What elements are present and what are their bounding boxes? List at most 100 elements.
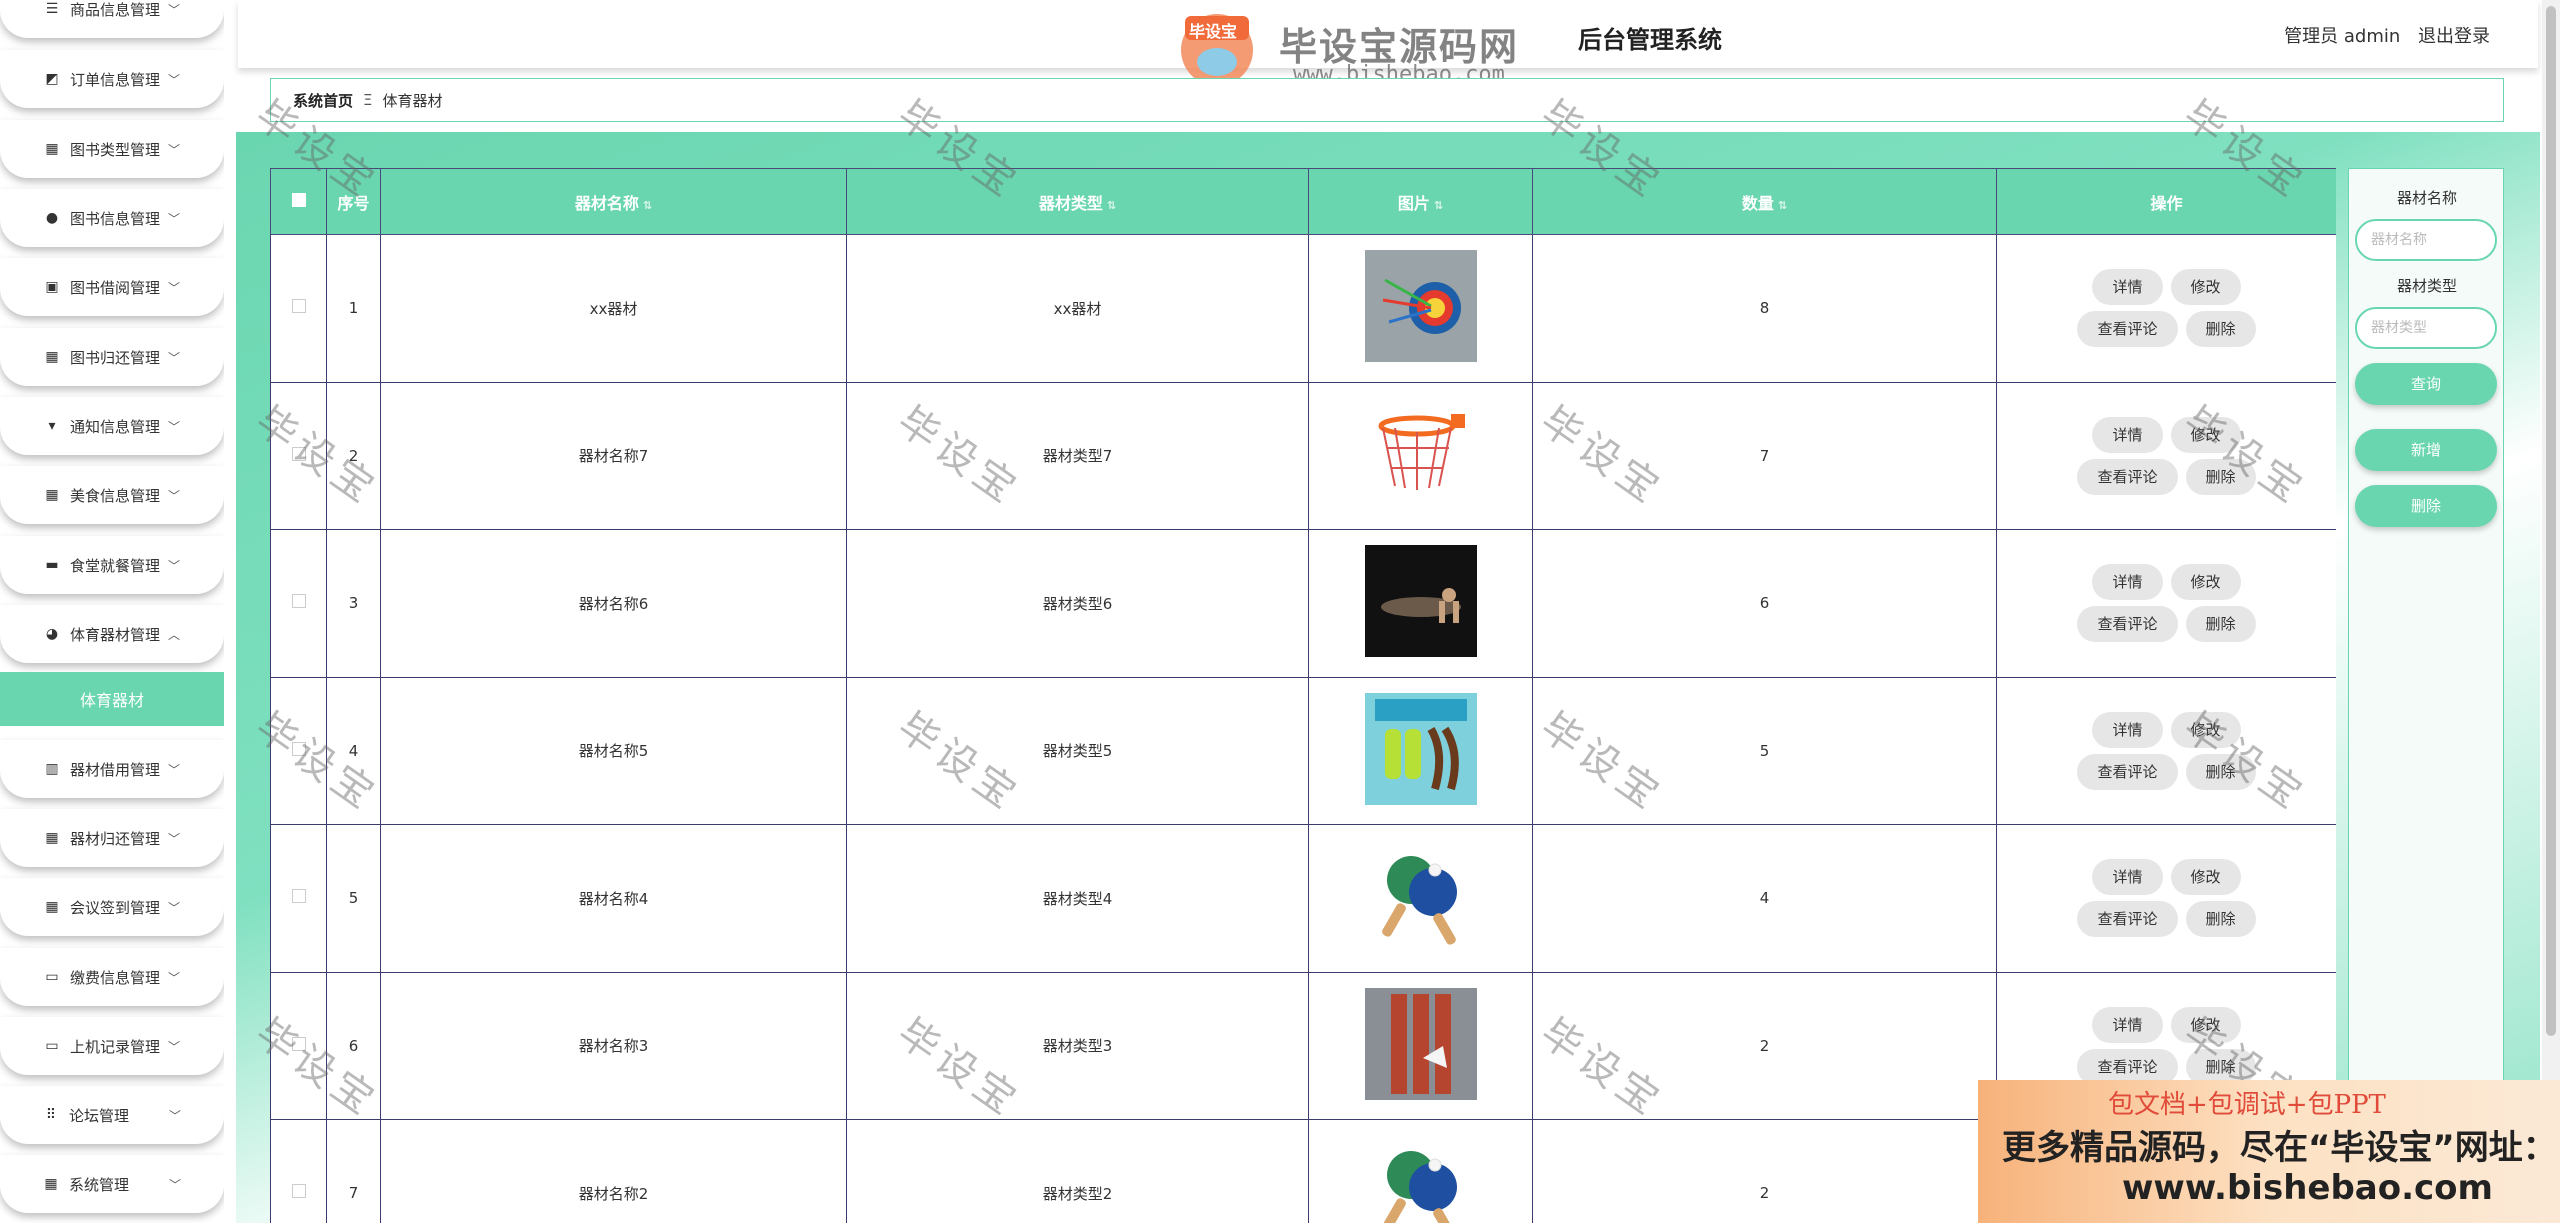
- sidebar-item-book-types[interactable]: ▦ 图书类型管理 ﹀: [0, 120, 224, 178]
- dots-grid-icon: ⠿: [45, 1107, 57, 1123]
- ad-banner[interactable]: 包文档+包调试+包PPT 更多精品源码，尽在“毕设宝”网址： www.bishe…: [1978, 1080, 2560, 1223]
- edit-button[interactable]: 修改: [2170, 564, 2241, 601]
- row-select-cell[interactable]: [270, 234, 327, 383]
- select-all-header[interactable]: [270, 168, 327, 235]
- view-comments-button[interactable]: 查看评论: [2077, 606, 2178, 643]
- breadcrumb-home[interactable]: 系统首页: [293, 90, 353, 111]
- pushup-image: [1364, 545, 1477, 658]
- sidebar-item-equipment-borrow[interactable]: ▥ 器材借用管理 ﹀: [0, 740, 224, 798]
- delete-button[interactable]: 删除: [2185, 753, 2256, 790]
- row-checkbox[interactable]: [291, 1036, 306, 1051]
- delete-button[interactable]: 删除: [2185, 901, 2256, 938]
- edit-button[interactable]: 修改: [2170, 859, 2241, 896]
- sidebar-item-label: 论坛管理: [68, 1106, 129, 1125]
- chevron-down-icon: ﹀: [169, 1177, 182, 1192]
- row-checkbox[interactable]: [291, 889, 306, 904]
- edit-button[interactable]: 修改: [2170, 711, 2241, 748]
- sidebar-item-payment[interactable]: ▭ 缴费信息管理 ﹀: [0, 948, 224, 1006]
- sidebar-subitem-sports-equipment[interactable]: 体育器材: [0, 672, 224, 726]
- select-all-checkbox[interactable]: [291, 193, 306, 207]
- batch-delete-button[interactable]: 删除: [2355, 485, 2497, 527]
- table-row: 2 器材名称7 器材类型7 7 详情 修改 查看评论 删除: [270, 381, 2336, 530]
- detail-button[interactable]: 详情: [2092, 416, 2163, 453]
- query-button[interactable]: 查询: [2355, 363, 2497, 405]
- sort-icon[interactable]: ⇅: [643, 199, 652, 212]
- delete-button[interactable]: 删除: [2185, 606, 2256, 643]
- sort-icon[interactable]: ⇅: [1107, 199, 1116, 212]
- chevron-down-icon: ﹀: [168, 558, 181, 573]
- sidebar-item-book-borrow[interactable]: ▣ 图书借阅管理 ﹀: [0, 258, 224, 316]
- row-select-cell[interactable]: [270, 1119, 327, 1223]
- row-checkbox[interactable]: [291, 1184, 306, 1199]
- row-type: 器材类型2: [846, 1119, 1309, 1223]
- view-comments-button[interactable]: 查看评论: [2077, 753, 2178, 790]
- scrollbar-thumb[interactable]: [2546, 6, 2556, 1036]
- add-button[interactable]: 新增: [2355, 429, 2497, 471]
- delete-button[interactable]: 删除: [2185, 458, 2256, 495]
- detail-button[interactable]: 详情: [2092, 269, 2163, 306]
- sort-icon[interactable]: ⇅: [1778, 199, 1787, 212]
- header-count[interactable]: 数量 ⇅: [1532, 168, 1997, 235]
- name-filter-input[interactable]: [2355, 219, 2497, 261]
- detail-button[interactable]: 详情: [2092, 711, 2163, 748]
- header-actions: 操作: [1996, 168, 2336, 235]
- detail-button[interactable]: 详情: [2092, 859, 2163, 896]
- row-image-cell: [1308, 234, 1533, 383]
- type-filter-input[interactable]: [2355, 307, 2497, 349]
- row-index: 4: [326, 676, 381, 825]
- sidebar-item-goods[interactable]: ☰ 商品信息管理 ﹀: [0, 0, 224, 38]
- row-select-cell[interactable]: [270, 381, 327, 530]
- sidebar-item-notices[interactable]: ▾ 通知信息管理 ﹀: [0, 397, 224, 455]
- edit-button[interactable]: 修改: [2170, 416, 2241, 453]
- sidebar-item-canteen[interactable]: ▬ 食堂就餐管理 ﹀: [0, 536, 224, 594]
- sidebar-item-book-return[interactable]: ▦ 图书归还管理 ﹀: [0, 328, 224, 386]
- row-actions: 详情修改 查看评论删除: [1996, 529, 2336, 678]
- delete-button[interactable]: 删除: [2185, 311, 2256, 348]
- sidebar-item-forum[interactable]: ⠿ 论坛管理 ﹀: [0, 1086, 224, 1144]
- edit-button[interactable]: 修改: [2170, 1006, 2241, 1043]
- sidebar-item-label: 订单信息管理: [69, 70, 160, 89]
- row-select-cell[interactable]: [270, 676, 327, 825]
- edit-button[interactable]: 修改: [2170, 269, 2241, 306]
- equipment-table: 序号 器材名称 ⇅ 器材类型 ⇅ 图片 ⇅ 数量 ⇅ 操作 1 xx器材 xx器材: [270, 168, 2336, 1223]
- row-select-cell[interactable]: [270, 824, 327, 973]
- search-panel: 器材名称 器材类型 查询 新增 删除: [2348, 168, 2504, 1223]
- pingpong-paddle-image: [1364, 1135, 1477, 1223]
- sidebar-item-books[interactable]: ● 图书信息管理 ﹀: [0, 189, 224, 247]
- chevron-down-icon: ﹀: [168, 350, 181, 365]
- sidebar-item-sports-equipment[interactable]: ◕ 体育器材管理 ︿: [0, 605, 224, 663]
- view-comments-button[interactable]: 查看评论: [2077, 901, 2178, 938]
- row-count: 5: [1532, 676, 1997, 825]
- row-name: 器材名称3: [380, 971, 847, 1120]
- header-type[interactable]: 器材类型 ⇅: [846, 168, 1309, 235]
- view-comments-button[interactable]: 查看评论: [2077, 311, 2178, 348]
- detail-button[interactable]: 详情: [2092, 564, 2163, 601]
- row-index: 6: [326, 971, 381, 1120]
- logout-link[interactable]: 退出登录: [2418, 26, 2490, 47]
- sidebar-item-equipment-return[interactable]: ▦ 器材归还管理 ﹀: [0, 809, 224, 867]
- sidebar-item-label: 会议签到管理: [69, 898, 160, 917]
- sidebar-item-food[interactable]: ▦ 美食信息管理 ﹀: [0, 466, 224, 524]
- sidebar-item-computer-records[interactable]: ▭ 上机记录管理 ﹀: [0, 1017, 224, 1075]
- chevron-down-icon: ﹀: [168, 142, 181, 157]
- row-count: 4: [1532, 824, 1997, 973]
- row-select-cell[interactable]: [270, 529, 327, 678]
- row-checkbox[interactable]: [291, 741, 306, 756]
- sidebar: ☰ 商品信息管理 ﹀ ◩ 订单信息管理 ﹀ ▦ 图书类型管理 ﹀ ● 图书信息管理 ﹀ ▣ 图书借…: [0, 0, 224, 1223]
- page-scrollbar[interactable]: [2542, 0, 2560, 1223]
- sidebar-item-system[interactable]: ▦ 系统管理 ﹀: [0, 1155, 224, 1213]
- view-comments-button[interactable]: 查看评论: [2077, 458, 2178, 495]
- row-checkbox[interactable]: [291, 299, 306, 314]
- basketball-hoop-image: [1364, 397, 1477, 510]
- sort-icon[interactable]: ⇅: [1434, 199, 1443, 212]
- header-image[interactable]: 图片 ⇅: [1308, 168, 1533, 235]
- header-name[interactable]: 器材名称 ⇅: [380, 168, 847, 235]
- sidebar-item-label: 图书信息管理: [69, 209, 160, 228]
- detail-button[interactable]: 详情: [2092, 1006, 2163, 1043]
- row-index: 5: [326, 824, 381, 973]
- sidebar-item-orders[interactable]: ◩ 订单信息管理 ﹀: [0, 50, 224, 108]
- row-checkbox[interactable]: [291, 446, 306, 461]
- row-select-cell[interactable]: [270, 971, 327, 1120]
- row-checkbox[interactable]: [291, 594, 306, 609]
- sidebar-item-meeting-signin[interactable]: ▦ 会议签到管理 ﹀: [0, 878, 224, 936]
